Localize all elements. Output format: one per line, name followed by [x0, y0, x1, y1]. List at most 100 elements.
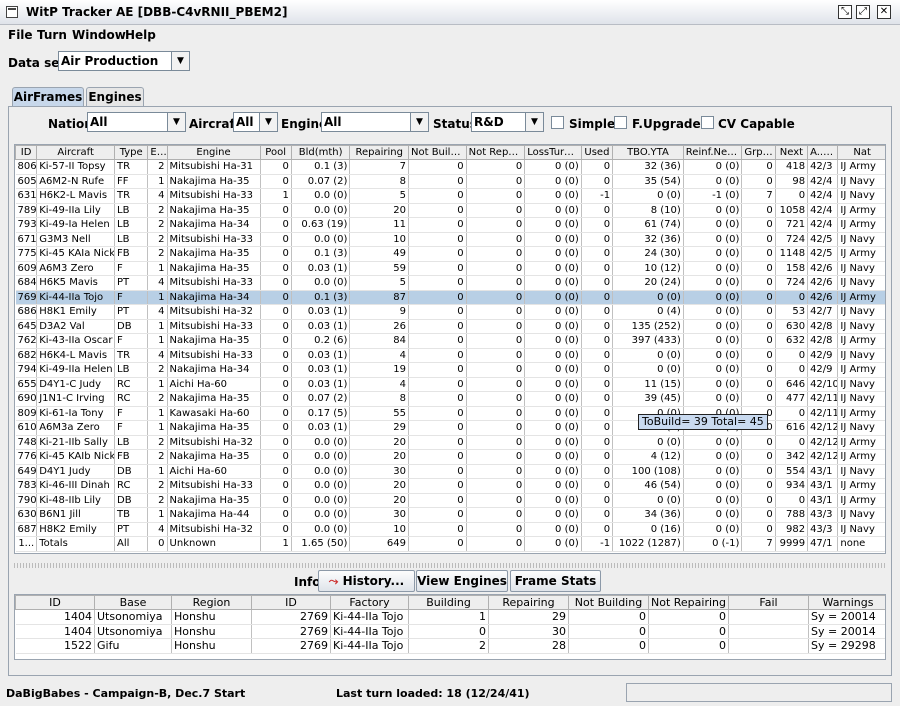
table-row[interactable]: 1522 Gifu Honshu 2769 Ki-44-IIa Tojo 2 28 0 0 Sy … [15, 638, 885, 654]
table-cell: 0 [568, 624, 649, 639]
tab-engines[interactable]: Engines [86, 87, 144, 106]
menu-window[interactable]: Window [72, 28, 126, 42]
column-header[interactable]: Factory [330, 595, 409, 610]
table-row[interactable]: 762 Ki-43-IIa Oscar F 1 Nakajima Ha-35 0 0.2 (… [15, 333, 885, 349]
table-cell: 0 [741, 246, 776, 262]
table-row[interactable]: 790 Ki-48-IIb Lily DB 2 Nakajima Ha-35 0 0.0 (… [15, 493, 885, 508]
menu-help[interactable]: Help [125, 28, 156, 42]
column-header[interactable]: Fail [728, 595, 809, 610]
column-header[interactable]: Aircraft [36, 145, 116, 160]
split-divider[interactable] [14, 563, 886, 568]
column-header[interactable]: Not Buildi... [408, 145, 467, 160]
frame-stats-button[interactable]: Frame Stats [510, 570, 601, 592]
table-cell: 2 [147, 478, 168, 494]
engine-select[interactable]: All ▼ [321, 112, 429, 132]
column-header[interactable]: ID [251, 595, 331, 610]
table-row[interactable]: 687 H8K2 Emily PT 4 Mitsubishi Ha-32 0 0.0 (0)… [15, 522, 885, 537]
history-button[interactable]: ⤳ History... [318, 570, 415, 592]
column-header[interactable]: ID [15, 595, 95, 610]
column-header[interactable]: Building [408, 595, 489, 610]
table-row[interactable]: 1... Totals All 0 Unknown 1 1.65 (50) 649 0 0 0 (0… [15, 536, 885, 552]
column-header[interactable]: Type [114, 145, 149, 160]
table-row[interactable]: 686 H8K1 Emily PT 4 Mitsubishi Ha-32 0 0.03 (1… [15, 304, 885, 320]
column-header[interactable]: Warnings [808, 595, 885, 610]
column-header[interactable]: Nat [837, 145, 885, 160]
table-cell: 8 [349, 174, 409, 189]
table-cell: Utsonomiya [94, 609, 172, 625]
column-header[interactable]: Used [580, 145, 614, 160]
table-row[interactable]: 682 H6K4-L Mavis TR 4 Mitsubishi Ha-33 0 0.03 … [15, 348, 885, 363]
table-row[interactable]: 684 H6K5 Mavis PT 4 Mitsubishi Ha-33 0 0.0 (0)… [15, 275, 885, 291]
table-row[interactable]: 793 Ki-49-Ia Helen LB 2 Nakajima Ha-34 0 0.63 … [15, 217, 885, 233]
table-row[interactable]: 609 A6M3 Zero F 1 Nakajima Ha-35 0 0.03 (1) 59 0… [15, 261, 885, 276]
table-row[interactable]: 748 Ki-21-IIb Sally LB 2 Mitsubishi Ha-32 0 0.… [15, 435, 885, 450]
column-header[interactable]: Next [774, 145, 809, 160]
menu-file[interactable]: File [8, 28, 33, 42]
column-header[interactable]: Repairing [349, 145, 409, 160]
table-row[interactable]: 783 Ki-46-III Dinah RC 2 Mitsubishi Ha-33 0 0.… [15, 478, 885, 494]
column-header[interactable]: Base [94, 595, 172, 610]
table-cell: 0 [408, 449, 467, 465]
table-row[interactable]: 645 D3A2 Val DB 1 Mitsubishi Ha-33 0 0.03 (1) 2… [15, 319, 885, 334]
column-header[interactable]: E# [147, 145, 168, 160]
column-header[interactable]: ID [15, 145, 38, 160]
table-cell: Mitsubishi Ha-32 [167, 304, 261, 320]
close-icon[interactable]: ✕ [877, 5, 891, 19]
aircraft-select[interactable]: All ▼ [233, 112, 278, 132]
table-cell: 0 [581, 391, 614, 407]
minimize-icon[interactable]: ⤡ [838, 5, 852, 19]
table-row[interactable]: 1404 Utsonomiya Honshu 2769 Ki-44-IIa Tojo 0 3… [15, 624, 885, 639]
table-row[interactable]: 655 D4Y1-C Judy RC 1 Aichi Ha-60 0 0.03 (1) 4 0 0… [15, 377, 885, 392]
table-cell: 2 [147, 217, 168, 233]
table-cell: 9 [349, 304, 409, 320]
table-cell: 1 [147, 261, 168, 276]
table-row[interactable]: 769 Ki-44-IIa Tojo F 1 Nakajima Ha-34 0 0.1 (3… [15, 290, 885, 305]
column-header[interactable]: Engine [166, 145, 261, 160]
table-cell: 0 (0) [683, 507, 743, 523]
column-header[interactable]: TBO.YTA [612, 145, 684, 160]
status-select[interactable]: R&D ▼ [471, 112, 544, 132]
table-row[interactable]: 690 J1N1-C Irving RC 2 Nakajima Ha-35 0 0.07 (… [15, 391, 885, 407]
table-row[interactable]: 806 Ki-57-II Topsy TR 2 Mitsubishi Ha-31 0 0.1… [15, 159, 885, 175]
table-cell: 2 [408, 638, 489, 654]
column-header[interactable]: Not Repairing [648, 595, 729, 610]
column-header[interactable]: Reinf.Nee... [682, 145, 743, 160]
column-header[interactable]: Not Building [568, 595, 649, 610]
nation-select[interactable]: All ▼ [87, 112, 186, 132]
table-cell: 55 [349, 406, 409, 421]
table-row[interactable]: 1404 Utsonomiya Honshu 2769 Ki-44-IIa Tojo 1 2… [15, 609, 885, 625]
tab-airframes[interactable]: AirFrames [12, 87, 84, 106]
table-row[interactable]: 649 D4Y1 Judy DB 1 Aichi Ha-60 0 0.0 (0) 30 0 0 0 … [15, 464, 885, 479]
column-header[interactable]: Region [171, 595, 252, 610]
table-cell: 0 (0) [524, 304, 582, 320]
table-cell: IJ Army [837, 435, 885, 450]
column-header[interactable]: Not Repai... [465, 145, 526, 160]
table-cell: 0.1 (3) [291, 159, 351, 175]
table-row[interactable]: 630 B6N1 Jill TB 1 Nakajima Ha-44 0 0.0 (0) 30 0… [15, 507, 885, 523]
table-row[interactable]: 775 Ki-45 KAIa Nick FB 2 Nakajima Ha-35 0 0.1 … [15, 246, 885, 262]
view-engines-button[interactable]: View Engines [416, 570, 508, 592]
column-header[interactable]: Grp ... [741, 145, 776, 160]
table-row[interactable]: 789 Ki-49-IIa Lily LB 2 Nakajima Ha-35 0 0.0 (… [15, 203, 885, 218]
table-cell: 342 [775, 449, 809, 465]
dataset-select[interactable]: Air Production ▼ [58, 51, 190, 71]
table-row[interactable]: 605 A6M2-N Rufe FF 1 Nakajima Ha-35 0 0.07 (2)… [15, 174, 885, 189]
table-row[interactable]: 671 G3M3 Nell LB 2 Mitsubishi Ha-33 0 0.0 (0) 1… [15, 232, 885, 247]
simple-checkbox[interactable] [551, 116, 564, 129]
column-header[interactable]: Repairing [488, 595, 569, 610]
menu-turn[interactable]: Turn [37, 28, 67, 42]
column-header[interactable]: LossTurn... [524, 145, 582, 160]
table-row[interactable]: 631 H6K2-L Mavis TR 4 Mitsubishi Ha-33 1 0.0 (… [15, 188, 885, 204]
table-cell: 0 (0) [683, 290, 743, 305]
table-row[interactable]: 794 Ki-49-IIa Helen LB 2 Nakajima Ha-34 0 0.03… [15, 362, 885, 378]
table-row[interactable]: 776 Ki-45 KAIb Nick FB 2 Nakajima Ha-35 0 0.0 … [15, 449, 885, 465]
column-header[interactable]: A... ▲ [807, 145, 839, 160]
column-header[interactable]: Bld(mth) [290, 145, 351, 160]
table-cell: 0 [466, 420, 526, 436]
maximize-icon[interactable]: ⤢ [856, 5, 870, 19]
column-header[interactable]: Pool [259, 145, 292, 160]
cvcapable-checkbox[interactable] [701, 116, 714, 129]
fupgrades-checkbox[interactable] [614, 116, 627, 129]
table-cell: 0 [260, 522, 292, 537]
table-cell: Ki-44-IIa Tojo [330, 624, 409, 639]
